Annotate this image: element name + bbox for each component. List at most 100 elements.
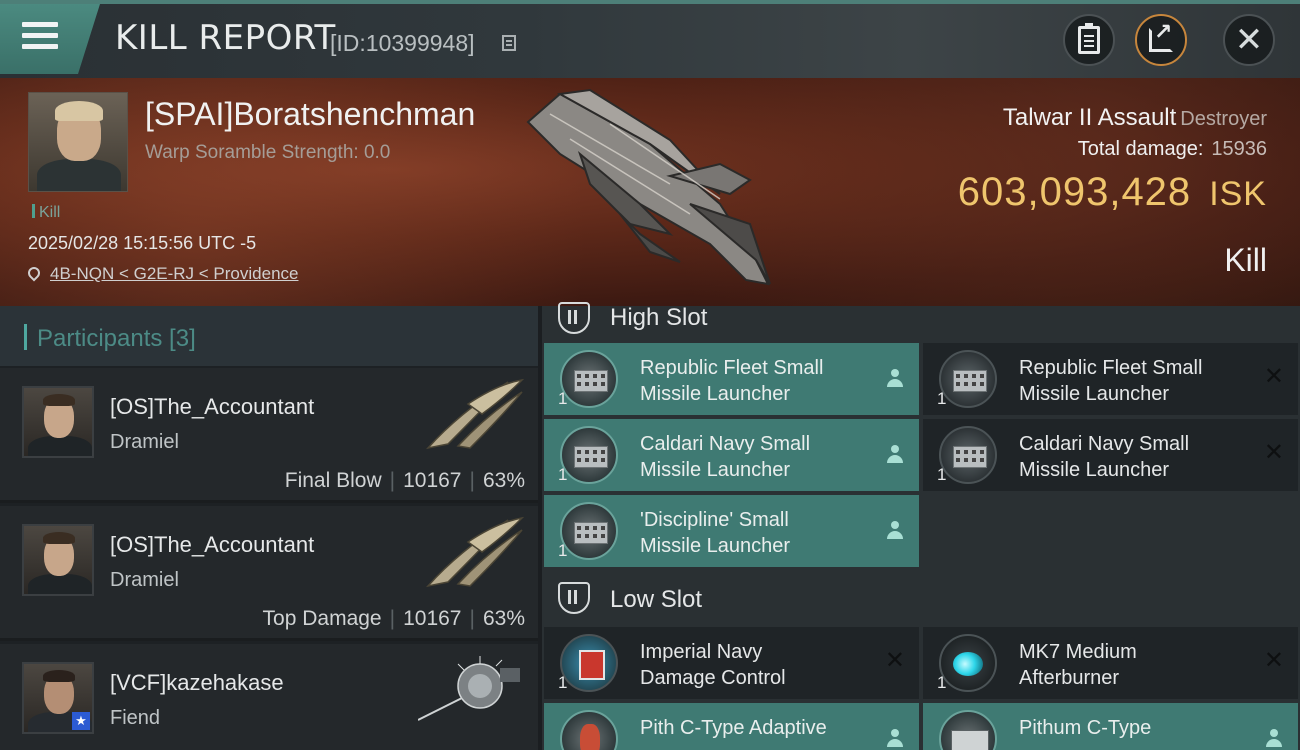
participant-name: [VCF]kazehakase: [110, 670, 284, 695]
low-slot-header: Low Slot: [542, 572, 1300, 624]
fitted-person-icon: [887, 521, 903, 541]
participant-percent: 63%: [482, 607, 525, 630]
module-name: Caldari Navy Small Missile Launcher: [1019, 433, 1190, 481]
module-quantity: 1: [558, 465, 568, 484]
module-name: 'Discipline' Small Missile Launcher: [640, 509, 791, 557]
armor-module-icon: [939, 710, 997, 750]
avatar[interactable]: [22, 386, 94, 458]
participants-title: Participants [3]: [24, 324, 196, 353]
participant-ship-image: [418, 656, 520, 721]
kill-location[interactable]: 4B-NQN < G2E-RJ < Providence: [25, 264, 298, 284]
fitting-panel: High Slot 1 Republic Fleet Small Missile …: [542, 302, 1300, 750]
location-link[interactable]: 4B-NQN < G2E-RJ < Providence: [50, 264, 298, 283]
copy-id-icon[interactable]: [502, 35, 516, 51]
damage-control-icon: [560, 634, 618, 692]
participant-damage: 10167: [403, 469, 462, 492]
isk-amount: 603,093,428: [957, 170, 1192, 214]
missile-launcher-icon: [560, 350, 618, 408]
module-slot[interactable]: 1 Republic Fleet Small Missile Launcher: [544, 343, 919, 415]
module-quantity: 1: [937, 389, 947, 408]
module-slot[interactable]: Pithum C-Type: [923, 703, 1298, 750]
victim-avatar[interactable]: [28, 92, 128, 192]
destroyed-x-icon: ✕: [1263, 363, 1284, 390]
module-slot[interactable]: 1 Caldari Navy Small Missile Launcher: [544, 419, 919, 491]
module-name: Caldari Navy Small Missile Launcher: [640, 433, 811, 481]
victim-banner: [SPAI]Boratshenchman Warp Soramble Stren…: [0, 78, 1300, 306]
report-id: [ID:10399948]: [330, 30, 475, 56]
victim-name[interactable]: [SPAI]Boratshenchman: [145, 96, 475, 133]
participant-role: Final Blow: [284, 469, 382, 492]
module-name: Pithum C-Type: [1019, 717, 1152, 739]
module-name: Republic Fleet Small Missile Launcher: [1019, 357, 1203, 405]
participant-row[interactable]: ★ [VCF]kazehakase Fiend: [0, 644, 538, 750]
top-bar: KILL REPORT [ID:10399948] ✕: [0, 0, 1300, 78]
module-quantity: 1: [558, 389, 568, 408]
module-slot[interactable]: 1 'Discipline' Small Missile Launcher: [544, 495, 919, 567]
module-quantity: 1: [937, 673, 947, 692]
module-name: Imperial Navy Damage Control: [640, 641, 786, 689]
participant-name: [OS]The_Accountant: [110, 394, 315, 419]
kill-tag: Kill: [32, 204, 60, 222]
ship-class: Destroyer: [1180, 108, 1267, 130]
close-icon: ✕: [1234, 21, 1264, 59]
module-slot[interactable]: 1 Caldari Navy Small Missile Launcher ✕: [923, 419, 1298, 491]
participant-ship: Dramiel: [110, 569, 179, 591]
participants-panel: Participants [3] [OS]The_Accountant Dram…: [0, 306, 538, 750]
high-slot-icon: [558, 302, 590, 334]
module-name: Republic Fleet Small Missile Launcher: [640, 357, 824, 405]
participant-ship: Fiend: [110, 707, 161, 729]
participant-role: Top Damage: [262, 607, 382, 630]
participant-row[interactable]: [OS]The_Accountant Dramiel Final Blow | 10…: [0, 368, 538, 503]
clipboard-button[interactable]: [1063, 14, 1115, 66]
module-quantity: 1: [558, 673, 568, 692]
close-button[interactable]: ✕: [1223, 14, 1275, 66]
victim-ship-type: Talwar II Assault Destroyer: [1003, 104, 1267, 132]
total-damage-label: Total damage:: [1077, 138, 1204, 160]
victim-ship-image: [526, 88, 771, 286]
module-slot[interactable]: 1 MK7 Medium Afterburner ✕: [923, 627, 1298, 699]
star-badge-icon: ★: [72, 712, 90, 730]
participant-ship-image: [425, 378, 525, 450]
module-slot[interactable]: 1 Imperial Navy Damage Control ✕: [544, 627, 919, 699]
missile-launcher-icon: [560, 502, 618, 560]
share-icon: [1149, 19, 1173, 52]
module-slot[interactable]: Pith C-Type Adaptive: [544, 703, 919, 750]
high-slot-header: High Slot: [542, 292, 1300, 344]
avatar[interactable]: ★: [22, 662, 94, 734]
page-title: KILL REPORT: [115, 18, 336, 58]
isk-unit: ISK: [1209, 175, 1267, 213]
module-quantity: 1: [558, 541, 568, 560]
low-slot-icon: [558, 582, 590, 614]
share-button[interactable]: [1135, 14, 1187, 66]
adaptive-hardener-icon: [560, 710, 618, 750]
fitted-person-icon: [887, 369, 903, 389]
participant-percent: 63%: [482, 469, 525, 492]
isk-value: 603,093,428 ISK: [958, 170, 1267, 215]
total-damage-value: 15936: [1211, 138, 1267, 160]
ship-name: Talwar II Assault: [1002, 104, 1177, 131]
module-quantity: 1: [937, 465, 947, 484]
low-slot-title: Low Slot: [610, 586, 703, 613]
warp-scramble-strength: Warp Soramble Strength: 0.0: [145, 142, 391, 163]
hamburger-menu-icon[interactable]: [22, 22, 58, 52]
participant-stats: Final Blow | 10167 | 63%: [284, 469, 525, 492]
module-name: MK7 Medium Afterburner: [1019, 641, 1137, 689]
avatar[interactable]: [22, 524, 94, 596]
participant-row[interactable]: [OS]The_Accountant Dramiel Top Damage | 10…: [0, 506, 538, 641]
module-name: Pith C-Type Adaptive: [640, 717, 827, 739]
fitted-person-icon: [887, 445, 903, 465]
clipboard-icon: [1078, 23, 1100, 54]
participant-ship-image: [425, 516, 525, 588]
fitted-person-icon: [1266, 729, 1282, 749]
location-pin-icon: [25, 264, 43, 282]
module-slot[interactable]: 1 Republic Fleet Small Missile Launcher ✕: [923, 343, 1298, 415]
missile-launcher-icon: [939, 426, 997, 484]
afterburner-icon: [939, 634, 997, 692]
participant-name: [OS]The_Accountant: [110, 532, 315, 557]
participant-stats: Top Damage | 10167 | 63%: [262, 607, 525, 630]
kill-result: Kill: [1224, 242, 1267, 278]
destroyed-x-icon: ✕: [884, 647, 905, 674]
missile-launcher-icon: [939, 350, 997, 408]
total-damage: Total damage: 15936: [1078, 138, 1267, 161]
participants-header: Participants [3]: [0, 306, 538, 366]
